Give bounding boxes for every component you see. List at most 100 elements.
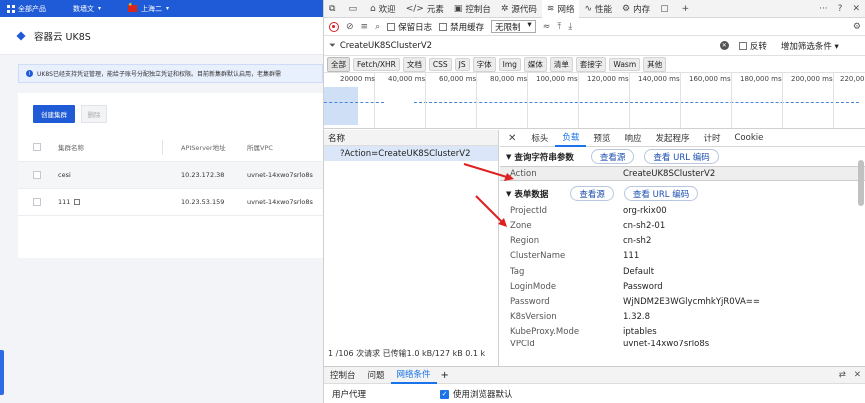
tab-welcome[interactable]: ⌂ 欢迎	[365, 0, 401, 18]
tab-overflow[interactable]: ▢	[655, 0, 677, 18]
type-filter-other[interactable]: 其他	[643, 56, 667, 72]
network-timeline[interactable]: 20000 ms 40,000 ms 60,000 ms 80,000 ms 1…	[324, 73, 865, 129]
type-filter-css[interactable]: CSS	[428, 57, 452, 71]
all-products-menu[interactable]: 全部产品	[7, 4, 46, 14]
type-filter-js[interactable]: JS	[454, 57, 470, 71]
drawer-tab-network-conditions[interactable]: 网络条件	[390, 367, 437, 384]
clear-icon[interactable]: ⊘	[346, 22, 354, 32]
view-url-encoded-button[interactable]: 查看 URL 编码	[623, 186, 699, 202]
param-row: Zone cn-sh2-01	[500, 218, 865, 233]
row-checkbox[interactable]	[33, 198, 41, 206]
record-icon[interactable]	[329, 21, 339, 32]
filter-input[interactable]: CreateUK8SClusterV2	[340, 41, 720, 51]
tab-memory[interactable]: ⚙ 内存	[617, 0, 655, 18]
more-icon[interactable]: ···	[814, 4, 833, 14]
tab-sources[interactable]: ✲ 源代码	[496, 0, 542, 18]
dock-icon[interactable]: ⧉	[324, 0, 343, 18]
param-key: LoginMode	[510, 281, 557, 292]
devtools-drawer: 控制台 问题 网络条件 + ⇄ ✕ 用户代理 ✓ 使用浏览器默认	[324, 366, 865, 403]
form-data-section-header[interactable]: ▼ 表单数据 查看源 查看 URL 编码	[500, 184, 865, 203]
param-row: VPCId uvnet-14xwo7srlo8s	[500, 340, 865, 348]
side-float-tab[interactable]	[0, 350, 4, 395]
tab-timing[interactable]: 计时	[696, 130, 727, 147]
tab-payload[interactable]: 负载	[555, 130, 587, 147]
cluster-list-card: 创建集群 删除 集群名称 APIServer地址 所属VPC cesi 10.2…	[18, 93, 323, 258]
help-icon[interactable]: ?	[833, 4, 848, 14]
tab-preview[interactable]: 预览	[586, 130, 617, 147]
search-icon[interactable]: ⌕	[375, 22, 380, 32]
tab-headers[interactable]: 标头	[524, 130, 555, 147]
type-filter-wasm[interactable]: Wasm	[609, 57, 641, 71]
timeline-tick: 200,000 ms	[791, 75, 833, 83]
drawer-tab-issues[interactable]: 问题	[362, 367, 391, 384]
scrollbar[interactable]	[858, 160, 864, 206]
settings-icon[interactable]: ⚙	[853, 22, 861, 32]
code-icon: </>	[405, 3, 424, 14]
network-conditions-icon[interactable]: ≈	[543, 22, 551, 32]
type-filter-img[interactable]: Img	[498, 57, 521, 71]
select-all-checkbox[interactable]	[33, 143, 41, 151]
page-title: 容器云 UK8S	[34, 31, 91, 43]
disable-cache-checkbox[interactable]	[439, 22, 448, 31]
plus-icon[interactable]: +	[437, 370, 453, 381]
table-row[interactable]: cesi 10.23.172.38 uvnet-14xwo7srlo8s	[18, 162, 323, 189]
cluster-name-cell[interactable]: 111	[58, 198, 81, 206]
clear-filter-icon[interactable]: ✕	[719, 41, 729, 50]
type-filter-xhr[interactable]: Fetch/XHR	[353, 57, 400, 71]
type-filter-doc[interactable]: 文档	[402, 56, 426, 72]
page-header: 容器云 UK8S	[0, 17, 323, 55]
tab-initiator[interactable]: 发起程序	[648, 130, 696, 147]
more-filters-dropdown[interactable]: 增加筛选条件 ▾	[781, 40, 839, 52]
column-header-name[interactable]: 集群名称	[58, 142, 84, 152]
close-detail-icon[interactable]: ✕	[500, 133, 524, 144]
project-selector[interactable]: 数墙文 ▾	[73, 4, 101, 14]
use-default-ua-checkbox[interactable]: ✓	[440, 389, 449, 399]
type-filter-all[interactable]: 全部	[327, 56, 350, 72]
chevron-down-icon: ▾	[166, 5, 170, 12]
view-source-button[interactable]: 查看源	[590, 149, 635, 164]
device-toolbar-icon[interactable]: ▭	[343, 0, 365, 18]
table-row[interactable]: 111 10.23.53.159 uvnet-14xwo7srlo8s	[18, 189, 323, 216]
upload-icon[interactable]: ⤒	[557, 22, 561, 32]
query-params-section-header[interactable]: ▼ 查询字符串参数 查看源 查看 URL 编码	[500, 147, 865, 166]
cluster-name[interactable]: cesi	[58, 171, 71, 179]
create-cluster-button[interactable]: 创建集群	[33, 105, 75, 123]
drawer-tab-console[interactable]: 控制台	[324, 367, 362, 384]
type-filter-media[interactable]: 媒体	[523, 56, 547, 72]
invert-checkbox[interactable]	[738, 41, 747, 50]
preserve-log-checkbox[interactable]	[387, 22, 396, 31]
tab-cookie[interactable]: Cookie	[727, 130, 770, 147]
timeline-request-line	[324, 102, 384, 103]
column-header-vpc: 所属VPC	[247, 144, 273, 152]
tab-response[interactable]: 响应	[617, 130, 648, 147]
param-row: LoginMode Password	[500, 279, 865, 294]
name-column-header[interactable]: 名称	[324, 130, 498, 146]
row-checkbox[interactable]	[33, 171, 41, 179]
timeline-tick: 60,000 ms	[439, 75, 477, 83]
delete-button[interactable]: 删除	[81, 105, 107, 123]
tab-console[interactable]: ▣ 控制台	[449, 0, 496, 18]
region-selector[interactable]: 上海二 ▾	[128, 2, 170, 14]
request-row[interactable]: ?Action=CreateUK8SClusterV2	[324, 146, 498, 161]
type-filter-font[interactable]: 字体	[472, 56, 496, 72]
timeline-gridline	[629, 73, 630, 128]
close-drawer-icon[interactable]: ✕	[850, 370, 865, 380]
type-filter-socket[interactable]: 套接字	[575, 56, 607, 72]
tab-network[interactable]: ≋ 网络	[541, 0, 580, 18]
download-icon[interactable]: ⤓	[568, 22, 572, 32]
cluster-name[interactable]: 111	[58, 198, 70, 206]
view-url-encoded-button[interactable]: 查看 URL 编码	[644, 149, 719, 164]
view-source-button[interactable]: 查看源	[570, 186, 614, 202]
network-toolbar: ⊘ ≡ ⌕ 保留日志 禁用缓存 无限制 ≈ ⤒ ⤓ ⚙	[324, 18, 865, 36]
tab-elements[interactable]: </> 元素	[401, 0, 449, 18]
add-tab-button[interactable]: +	[677, 0, 698, 18]
tab-performance[interactable]: ∿ 性能	[579, 0, 617, 18]
filter-icon[interactable]: ≡	[361, 22, 369, 32]
throttle-select[interactable]: 无限制	[491, 20, 536, 33]
disable-cache-label: 禁用缓存	[450, 22, 485, 33]
vpc-id: uvnet-14xwo7srlo8s	[247, 171, 313, 179]
close-icon[interactable]: ✕	[847, 4, 865, 14]
type-filter-manifest[interactable]: 清单	[549, 56, 573, 72]
dock-drawer-icon[interactable]: ⇄	[835, 370, 850, 380]
external-link-icon[interactable]	[74, 199, 81, 205]
